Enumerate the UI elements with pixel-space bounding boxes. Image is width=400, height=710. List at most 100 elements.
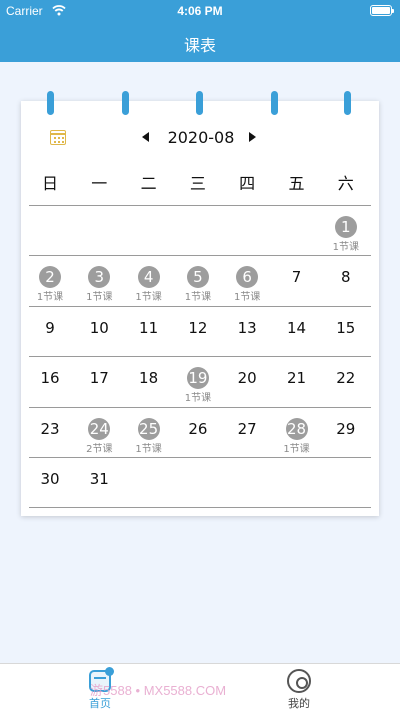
- day-number: 6: [236, 266, 259, 289]
- calendar-day[interactable]: 24 2节课: [74, 413, 124, 455]
- calendar-day[interactable]: 27: [222, 413, 272, 453]
- day-number: 20: [237, 369, 257, 388]
- lesson-count: 1节课: [184, 292, 212, 304]
- prev-month-icon[interactable]: [142, 132, 149, 142]
- lesson-count: 1节课: [86, 292, 113, 304]
- row-divider: [29, 205, 371, 206]
- calendar-day[interactable]: 25 1节课: [124, 413, 174, 455]
- lesson-count: 1节课: [184, 393, 212, 405]
- row-divider: [29, 255, 371, 257]
- calendar-day[interactable]: 28 1节课: [272, 413, 322, 455]
- calendar-day[interactable]: 20: [222, 362, 272, 402]
- calendar-day[interactable]: 14: [272, 312, 322, 352]
- month-title: 2020-08: [167, 128, 235, 147]
- day-number: 16: [40, 369, 60, 388]
- lesson-count: 1节课: [135, 443, 162, 455]
- binder-ring: [196, 91, 203, 115]
- day-number: 7: [291, 268, 302, 287]
- weekday-header: 六: [337, 174, 354, 193]
- calendar-day[interactable]: 10: [74, 312, 124, 352]
- weekday-header: 五: [288, 174, 305, 193]
- calendar-day[interactable]: 13: [222, 312, 272, 352]
- weekday-header: 一: [91, 174, 108, 193]
- row-divider: [29, 356, 371, 358]
- lesson-count: 1节课: [135, 292, 162, 304]
- day-number: 31: [89, 470, 109, 488]
- lesson-count: 1节课: [332, 242, 359, 253]
- calendar-day[interactable]: 12: [173, 312, 223, 352]
- day-number: 10: [89, 318, 109, 337]
- clock: 4:06 PM: [177, 4, 223, 18]
- next-month-icon[interactable]: [249, 132, 256, 142]
- day-number: 23: [40, 419, 60, 438]
- calendar-day[interactable]: 3 1节课: [74, 261, 124, 304]
- calendar-day[interactable]: 22: [321, 362, 371, 402]
- day-number: 3: [88, 266, 111, 289]
- day-number: 19: [186, 367, 209, 390]
- calendar-card: 2020-08 日一二三四五六 1 1节课 2 1节课 3 1节课 4 1节课 5 1节课 6 1节课…: [21, 91, 379, 516]
- weekday-header: 三: [189, 174, 206, 193]
- day-number: 13: [237, 318, 257, 337]
- day-number: 17: [89, 369, 109, 388]
- binder-ring: [271, 91, 278, 115]
- nav-bar: 课表: [0, 22, 400, 62]
- lesson-count: 1节课: [283, 443, 310, 455]
- watermark: 游5588 • MX5588.COM: [90, 683, 227, 698]
- page-title: 课表: [183, 36, 216, 55]
- calendar-day[interactable]: 17: [74, 362, 124, 402]
- day-number: 25: [137, 417, 160, 440]
- day-number: 9: [45, 318, 55, 337]
- calendar-day[interactable]: 9: [25, 312, 75, 352]
- lesson-count: 1节课: [36, 292, 64, 304]
- calendar-day[interactable]: 26: [173, 413, 223, 453]
- calendar-day[interactable]: 29: [321, 413, 371, 453]
- binder-ring: [47, 91, 54, 115]
- day-number: 8: [341, 268, 351, 287]
- row-divider: [29, 305, 371, 307]
- calendar-day[interactable]: 6 1节课: [222, 261, 272, 304]
- battery-icon: [370, 5, 394, 16]
- calendar-day[interactable]: 7: [272, 261, 322, 301]
- day-number: 28: [285, 417, 308, 440]
- day-number: 12: [188, 318, 208, 337]
- calendar-day[interactable]: 18: [124, 362, 174, 402]
- calendar-day[interactable]: 19 1节课: [173, 362, 223, 405]
- calendar-day[interactable]: 11: [124, 312, 174, 352]
- calendar-day[interactable]: 5 1节课: [173, 261, 223, 304]
- status-bar: Carrier 4:06 PM: [0, 0, 400, 22]
- calendar-day[interactable]: 2 1节课: [25, 261, 75, 304]
- day-number: 2: [39, 266, 61, 289]
- calendar-day[interactable]: 4 1节课: [124, 261, 174, 304]
- day-number: 21: [286, 369, 307, 388]
- day-number: 26: [188, 419, 208, 438]
- day-number: 24: [88, 417, 111, 440]
- day-number: 18: [139, 369, 159, 388]
- day-number: 14: [286, 318, 307, 337]
- row-divider: [29, 507, 371, 509]
- day-number: 27: [237, 419, 257, 438]
- weekday-header: 四: [239, 174, 256, 193]
- day-number: 4: [137, 266, 160, 289]
- calendar-day[interactable]: 15: [321, 312, 371, 352]
- lesson-count: 2节课: [86, 443, 113, 455]
- lesson-count: 1节课: [234, 292, 261, 304]
- day-number: 22: [336, 369, 356, 388]
- calendar-day[interactable]: 30: [25, 463, 75, 503]
- calendar-day[interactable]: 8: [321, 261, 371, 301]
- calendar-day[interactable]: 21: [272, 362, 322, 402]
- weekday-header: 日: [41, 174, 58, 193]
- calendar-day[interactable]: 16: [25, 362, 75, 402]
- day-number: 30: [40, 470, 60, 488]
- day-number: 1: [334, 216, 357, 238]
- row-divider: [29, 457, 371, 458]
- day-number: 5: [186, 266, 209, 289]
- calendar-icon[interactable]: [50, 130, 66, 145]
- day-number: 15: [336, 318, 356, 337]
- calendar-day[interactable]: 23: [25, 413, 75, 453]
- calendar-day[interactable]: 1 1节课: [321, 211, 371, 253]
- calendar-day[interactable]: 31: [74, 463, 124, 503]
- day-number: 11: [139, 318, 159, 337]
- day-number: 29: [336, 419, 356, 438]
- binder-ring: [344, 91, 351, 115]
- weekday-header: 二: [140, 174, 157, 193]
